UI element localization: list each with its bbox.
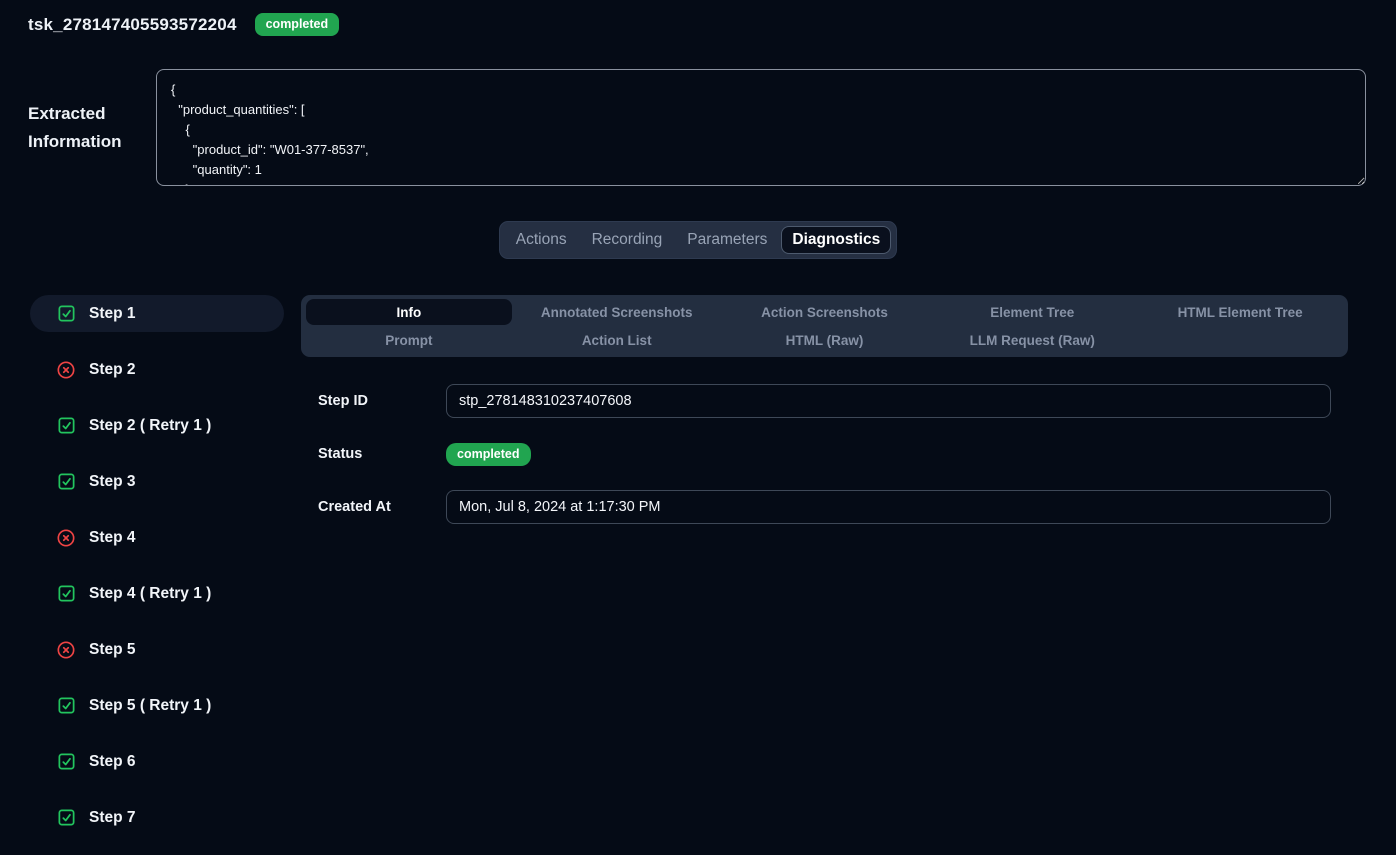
created-at-input[interactable] [446, 490, 1331, 524]
task-status-badge: completed [255, 13, 340, 36]
subtab-llm-request-raw[interactable]: LLM Request (Raw) [929, 327, 1135, 353]
step-item-step-4[interactable]: Step 4 [30, 519, 284, 556]
step-info-fields: Step ID Status completed Created At [301, 384, 1348, 524]
step-label: Step 1 [89, 305, 136, 323]
created-at-label: Created At [318, 499, 446, 515]
step-id-input[interactable] [446, 384, 1331, 418]
extracted-information-textarea[interactable]: { "product_quantities": [ { "product_id"… [156, 69, 1366, 186]
x-circle-icon [56, 360, 76, 380]
step-status-badge: completed [446, 443, 531, 466]
step-label: Step 4 [89, 529, 136, 547]
subtab-element-tree[interactable]: Element Tree [929, 299, 1135, 325]
step-label: Step 5 ( Retry 1 ) [89, 697, 211, 715]
subtab-html-element-tree[interactable]: HTML Element Tree [1137, 299, 1343, 325]
step-item-step-2[interactable]: Step 2 [30, 351, 284, 388]
diagnostics-content: Step 1 Step 2 Step 2 ( Retry 1 ) Step 3 Step… [0, 295, 1396, 855]
diagnostics-panel: InfoAnnotated ScreenshotsAction Screensh… [301, 295, 1348, 543]
step-item-step-3[interactable]: Step 3 [30, 463, 284, 500]
step-item-step-6[interactable]: Step 6 [30, 743, 284, 780]
step-label: Step 6 [89, 753, 136, 771]
step-label: Step 2 ( Retry 1 ) [89, 417, 211, 435]
step-label: Step 5 [89, 641, 136, 659]
tab-recording[interactable]: Recording [581, 226, 674, 254]
step-label: Step 7 [89, 809, 136, 827]
step-id-row: Step ID [318, 384, 1348, 418]
subtab-html-raw[interactable]: HTML (Raw) [722, 327, 928, 353]
step-status-label: Status [318, 446, 446, 462]
check-square-icon [56, 808, 76, 828]
subtab-prompt[interactable]: Prompt [306, 327, 512, 353]
step-item-step-1[interactable]: Step 1 [30, 295, 284, 332]
task-id-title: tsk_278147405593572204 [28, 15, 237, 35]
x-circle-icon [56, 640, 76, 660]
step-status-row: Status completed [318, 437, 1348, 471]
subtab-info[interactable]: Info [306, 299, 512, 325]
step-item-step-4-retry-1[interactable]: Step 4 ( Retry 1 ) [30, 575, 284, 612]
page-header: tsk_278147405593572204 completed [0, 0, 1396, 36]
tab-diagnostics[interactable]: Diagnostics [781, 226, 891, 254]
check-square-icon [56, 416, 76, 436]
step-label: Step 3 [89, 473, 136, 491]
check-square-icon [56, 304, 76, 324]
extracted-information-label: Extracted Information [28, 69, 156, 186]
main-tabs: ActionsRecordingParametersDiagnostics [499, 221, 897, 259]
main-tabs-row: ActionsRecordingParametersDiagnostics [0, 221, 1396, 259]
x-circle-icon [56, 528, 76, 548]
step-item-step-2-retry-1[interactable]: Step 2 ( Retry 1 ) [30, 407, 284, 444]
created-at-row: Created At [318, 490, 1348, 524]
steps-sidebar: Step 1 Step 2 Step 2 ( Retry 1 ) Step 3 Step… [30, 295, 284, 855]
step-label: Step 2 [89, 361, 136, 379]
subtab-annotated-screenshots[interactable]: Annotated Screenshots [514, 299, 720, 325]
subtab-action-list[interactable]: Action List [514, 327, 720, 353]
step-item-step-7[interactable]: Step 7 [30, 799, 284, 836]
tab-actions[interactable]: Actions [505, 226, 578, 254]
tab-parameters[interactable]: Parameters [676, 226, 778, 254]
check-square-icon [56, 472, 76, 492]
check-square-icon [56, 696, 76, 716]
subtab-action-screenshots[interactable]: Action Screenshots [722, 299, 928, 325]
check-square-icon [56, 752, 76, 772]
step-item-step-5-retry-1[interactable]: Step 5 ( Retry 1 ) [30, 687, 284, 724]
diagnostics-subtabs: InfoAnnotated ScreenshotsAction Screensh… [301, 295, 1348, 357]
step-label: Step 4 ( Retry 1 ) [89, 585, 211, 603]
step-item-step-5[interactable]: Step 5 [30, 631, 284, 668]
step-id-label: Step ID [318, 393, 446, 409]
check-square-icon [56, 584, 76, 604]
extracted-information-section: Extracted Information { "product_quantit… [28, 69, 1366, 186]
